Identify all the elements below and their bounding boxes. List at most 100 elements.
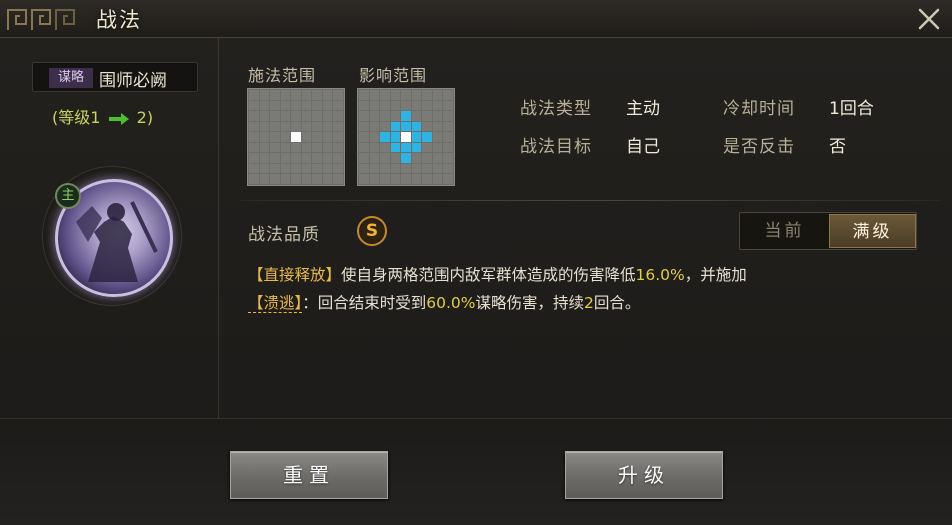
range-cell (280, 163, 291, 174)
range-cell (411, 90, 422, 100)
skill-type-value: 主动 (626, 99, 660, 119)
range-cell (259, 174, 270, 184)
ornament-icon (7, 9, 75, 30)
range-cell (333, 142, 343, 153)
level-tabs: 当前 满级 (739, 212, 917, 250)
range-cell (322, 153, 333, 163)
range-cell (443, 121, 453, 132)
skill-target-value: 自己 (626, 137, 660, 157)
range-cell (443, 111, 453, 121)
range-cell (432, 121, 443, 132)
range-cell (443, 90, 453, 100)
range-cell (390, 174, 401, 184)
range-cell (249, 153, 259, 163)
range-cell (291, 121, 301, 132)
level-indicator: (等级1 2) (52, 104, 153, 128)
range-cell (312, 153, 322, 163)
status-keyword-link[interactable]: 【溃逃】 (248, 294, 303, 313)
range-cell (322, 163, 333, 174)
range-cell (322, 132, 333, 142)
range-cell (301, 121, 312, 132)
range-cell (401, 111, 411, 121)
range-cell (333, 174, 343, 184)
range-cell (249, 163, 259, 174)
trigger-keyword: 【直接释放】 (248, 266, 342, 284)
range-cell (301, 100, 312, 111)
range-cell (259, 100, 270, 111)
desc-text: 谋略伤害，持续 (475, 294, 585, 312)
range-cell (312, 100, 322, 111)
skill-type-label: 战法类型 (520, 99, 592, 119)
range-cell (432, 174, 443, 184)
range-cell (280, 111, 291, 121)
upgrade-button[interactable]: 升级 (565, 451, 723, 499)
range-cell (291, 174, 301, 184)
range-cell (249, 90, 259, 100)
range-cell (359, 174, 369, 184)
range-cell (312, 90, 322, 100)
range-cell (301, 153, 312, 163)
range-cell (291, 132, 301, 142)
range-cell (422, 121, 432, 132)
range-cell (249, 174, 259, 184)
desc-text: 回合。 (593, 294, 641, 312)
range-cell (333, 132, 343, 142)
range-cell (333, 100, 343, 111)
reset-button[interactable]: 重置 (230, 451, 388, 499)
range-cell (333, 111, 343, 121)
range-cell (249, 142, 259, 153)
range-cell (259, 142, 270, 153)
range-cell (270, 142, 280, 153)
range-cell (249, 111, 259, 121)
range-cell (301, 132, 312, 142)
range-cell (270, 121, 280, 132)
level-close: ) (146, 108, 154, 127)
cast-range-grid (247, 88, 345, 186)
tab-max-level[interactable]: 满级 (829, 214, 916, 248)
range-cell (390, 90, 401, 100)
range-cell (291, 100, 301, 111)
range-cell (401, 132, 411, 142)
range-cell (301, 163, 312, 174)
range-cell (380, 100, 390, 111)
range-cell (369, 100, 380, 111)
range-cell (322, 174, 333, 184)
range-cell (411, 163, 422, 174)
desc-value: 60.0% (426, 294, 476, 312)
range-cell (390, 153, 401, 163)
range-cell (369, 90, 380, 100)
range-cell (422, 163, 432, 174)
title-bar: 战法 (0, 0, 952, 38)
range-cell (411, 174, 422, 184)
range-cell (333, 163, 343, 174)
range-cell (280, 121, 291, 132)
range-cell (369, 163, 380, 174)
close-icon[interactable] (916, 6, 942, 32)
range-cell (333, 90, 343, 100)
range-cell (291, 111, 301, 121)
range-cell (322, 121, 333, 132)
range-cell (411, 121, 422, 132)
range-cell (443, 100, 453, 111)
description-line-1: 【直接释放】使自身两格范围内敌军群体造成的伤害降低16.0%，并施加 (248, 263, 747, 285)
range-cell (359, 163, 369, 174)
tab-current[interactable]: 当前 (741, 214, 828, 248)
range-cell (422, 100, 432, 111)
range-cell (333, 153, 343, 163)
range-cell (432, 142, 443, 153)
range-cell (411, 153, 422, 163)
description-line-2: 【溃逃】：回合结束时受到60.0%谋略伤害，持续2回合。 (248, 291, 640, 313)
range-cell (380, 132, 390, 142)
cooldown-value: 1回合 (829, 99, 874, 119)
range-cell (432, 111, 443, 121)
range-cell (411, 142, 422, 153)
arrow-right-icon (108, 112, 129, 125)
range-cell (359, 100, 369, 111)
range-cell (422, 142, 432, 153)
range-cell (432, 153, 443, 163)
range-cell (259, 163, 270, 174)
range-cell (249, 132, 259, 142)
range-cell (359, 132, 369, 142)
range-cell (359, 90, 369, 100)
range-cell (270, 111, 280, 121)
